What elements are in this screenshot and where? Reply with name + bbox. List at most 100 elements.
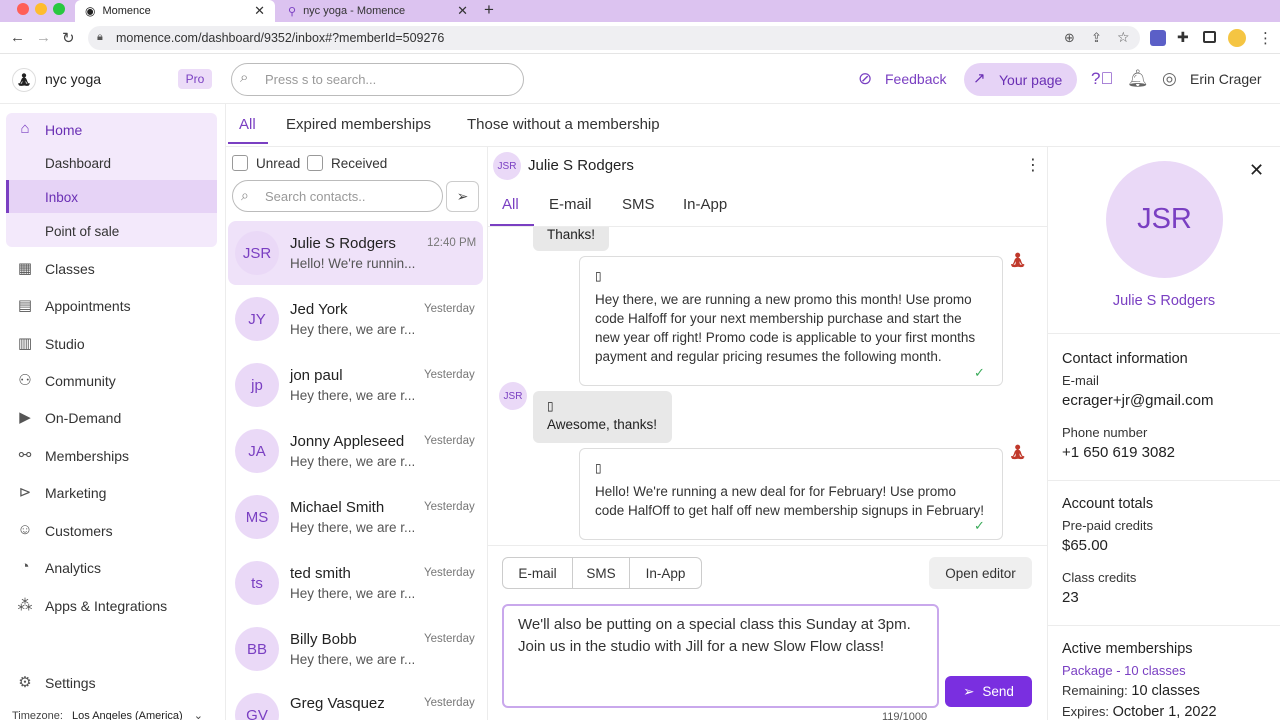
conversation-name: Julie S Rodgers (528, 157, 634, 174)
chevron-down-icon: ⌄ (193, 710, 203, 720)
unread-checkbox[interactable] (232, 155, 248, 171)
sidebar-item-dashboard[interactable]: Dashboard (45, 156, 111, 171)
conv-tab-in-app[interactable]: In-App (683, 196, 727, 213)
reload-icon[interactable]: ↻ (62, 29, 75, 47)
org-name[interactable]: nyc yoga (45, 71, 101, 87)
received-label: Received (331, 156, 388, 171)
help-icon[interactable]: ?⃝ (1091, 69, 1113, 89)
membership-link[interactable]: Package - 10 classes (1062, 663, 1186, 678)
contact-time: Yesterday (424, 633, 475, 645)
puzzle-icon[interactable]: ✚ (1177, 29, 1189, 46)
user-circle-icon[interactable]: ◎ (1162, 69, 1177, 89)
channel-selector: E-mail SMS In-App (502, 557, 702, 589)
sidebar-item-analytics[interactable]: Analytics (45, 560, 101, 576)
tab-without-membership[interactable]: Those without a membership (467, 116, 660, 133)
contact-name: Greg Vasquez (290, 695, 385, 712)
prepaid-credits-value: $65.00 (1062, 537, 1108, 554)
close-tab-icon[interactable]: ✕ (254, 3, 265, 19)
building-icon: ▥ (17, 335, 33, 352)
studio-logo[interactable]: 🧘︎ (12, 68, 36, 92)
megaphone-icon: ⊳ (18, 484, 32, 501)
contact-row[interactable]: JSR Julie S Rodgers 12:40 PM Hello! We'r… (228, 221, 483, 285)
channel-sms-button[interactable]: SMS (573, 558, 630, 588)
momence-favicon-icon: ◉ (85, 4, 96, 18)
message-textarea[interactable]: We'll also be putting on a special class… (502, 604, 939, 708)
lock-icon: 🔒︎ (97, 31, 103, 43)
sidebar-item-point-of-sale[interactable]: Point of sale (45, 224, 119, 239)
sidebar-toggle-icon[interactable] (1203, 31, 1216, 43)
profile-avatar-icon[interactable] (1228, 29, 1246, 47)
browser-menu-icon[interactable]: ⋮ (1258, 29, 1273, 47)
avatar: JA (235, 429, 279, 473)
browser-tab-momence[interactable]: ◉ Momence ✕ (75, 0, 275, 22)
sidebar-item-apps-integrations[interactable]: Apps & Integrations (45, 598, 167, 614)
tab-expired-memberships[interactable]: Expired memberships (286, 116, 431, 133)
bookmark-star-icon[interactable]: ☆ (1117, 29, 1130, 46)
extension-icon[interactable] (1150, 30, 1166, 46)
sidebar-item-home[interactable]: Home (45, 122, 82, 138)
contact-row[interactable]: GV Greg Vasquez Yesterday (228, 683, 483, 720)
sidebar-item-settings[interactable]: Settings (45, 675, 96, 691)
close-icon[interactable]: ✕ (1249, 160, 1264, 181)
feedback-link[interactable]: Feedback (885, 71, 946, 87)
divider (1048, 625, 1280, 626)
contact-preview: Hey there, we are r... (290, 520, 416, 535)
global-search-input[interactable] (265, 72, 505, 87)
divider (1048, 480, 1280, 481)
channel-email-button[interactable]: E-mail (503, 558, 573, 588)
sidebar-item-classes[interactable]: Classes (45, 261, 95, 277)
window-zoom-button[interactable] (53, 3, 65, 15)
forward-icon[interactable]: → (36, 29, 51, 46)
contact-preview: Hey there, we are r... (290, 388, 416, 403)
sidebar-item-inbox[interactable]: Inbox (45, 190, 78, 205)
class-credits-value: 23 (1062, 589, 1079, 606)
zoom-icon[interactable]: ⊕ (1064, 30, 1075, 46)
contact-row[interactable]: BB Billy Bobb Yesterday Hey there, we ar… (228, 617, 483, 681)
feedback-icon[interactable]: ⊘ (858, 69, 872, 89)
bell-icon[interactable]: 🔔︎ (1127, 69, 1149, 89)
contact-time: Yesterday (424, 303, 475, 315)
url-field[interactable]: momence.com/dashboard/9352/inbox#?member… (88, 26, 1140, 50)
conv-tab-sms[interactable]: SMS (622, 196, 655, 213)
message-thread[interactable]: Thanks! ▯ Hey there, we are running a ne… (488, 227, 1047, 545)
sidebar-item-on-demand[interactable]: On-Demand (45, 410, 121, 426)
contact-search[interactable] (232, 180, 443, 212)
global-search[interactable] (231, 63, 524, 96)
back-icon[interactable]: ← (10, 29, 25, 46)
contact-search-input[interactable] (265, 188, 435, 204)
sidebar-item-customers[interactable]: Customers (45, 523, 113, 539)
timezone-selector[interactable]: Timezone: Los Angeles (America) ⌄ (12, 709, 203, 720)
browser-tab-nyc-yoga[interactable]: ⚲ nyc yoga - Momence ✕ (278, 0, 478, 22)
received-checkbox[interactable] (307, 155, 323, 171)
channel-in-app-button[interactable]: In-App (630, 558, 701, 588)
sidebar-item-community[interactable]: Community (45, 373, 116, 389)
close-tab-icon[interactable]: ✕ (457, 3, 468, 19)
sidebar-item-studio[interactable]: Studio (45, 336, 85, 352)
open-editor-button[interactable]: Open editor (929, 557, 1032, 589)
new-message-button[interactable]: ➢ (446, 181, 479, 212)
avatar: JY (235, 297, 279, 341)
sidebar-item-memberships[interactable]: Memberships (45, 448, 129, 464)
contact-name: ted smith (290, 565, 351, 582)
user-name[interactable]: Erin Crager (1190, 71, 1262, 87)
contact-row[interactable]: ts ted smith Yesterday Hey there, we are… (228, 551, 483, 615)
more-options-icon[interactable]: ⋮ (1025, 155, 1041, 175)
new-tab-icon[interactable]: + (484, 0, 494, 20)
contact-info-heading: Contact information (1062, 351, 1188, 367)
contact-row[interactable]: JY Jed York Yesterday Hey there, we are … (228, 287, 483, 351)
tab-all[interactable]: All (239, 116, 256, 133)
sidebar-item-marketing[interactable]: Marketing (45, 485, 106, 501)
contact-preview: Hey there, we are r... (290, 454, 416, 469)
studio-sender-icon: 🧘︎ (1008, 444, 1028, 461)
contact-row[interactable]: JA Jonny Appleseed Yesterday Hey there, … (228, 419, 483, 483)
conv-tab-email[interactable]: E-mail (549, 196, 592, 213)
profile-name[interactable]: Julie S Rodgers (1048, 293, 1280, 309)
send-button[interactable]: ➢ Send (945, 676, 1032, 707)
window-minimize-button[interactable] (35, 3, 47, 15)
contact-row[interactable]: jp jon paul Yesterday Hey there, we are … (228, 353, 483, 417)
share-icon[interactable]: ⇪ (1091, 30, 1102, 46)
sidebar-item-appointments[interactable]: Appointments (45, 298, 131, 314)
window-close-button[interactable] (17, 3, 29, 15)
contact-row[interactable]: MS Michael Smith Yesterday Hey there, we… (228, 485, 483, 549)
conv-tab-all[interactable]: All (502, 196, 519, 213)
